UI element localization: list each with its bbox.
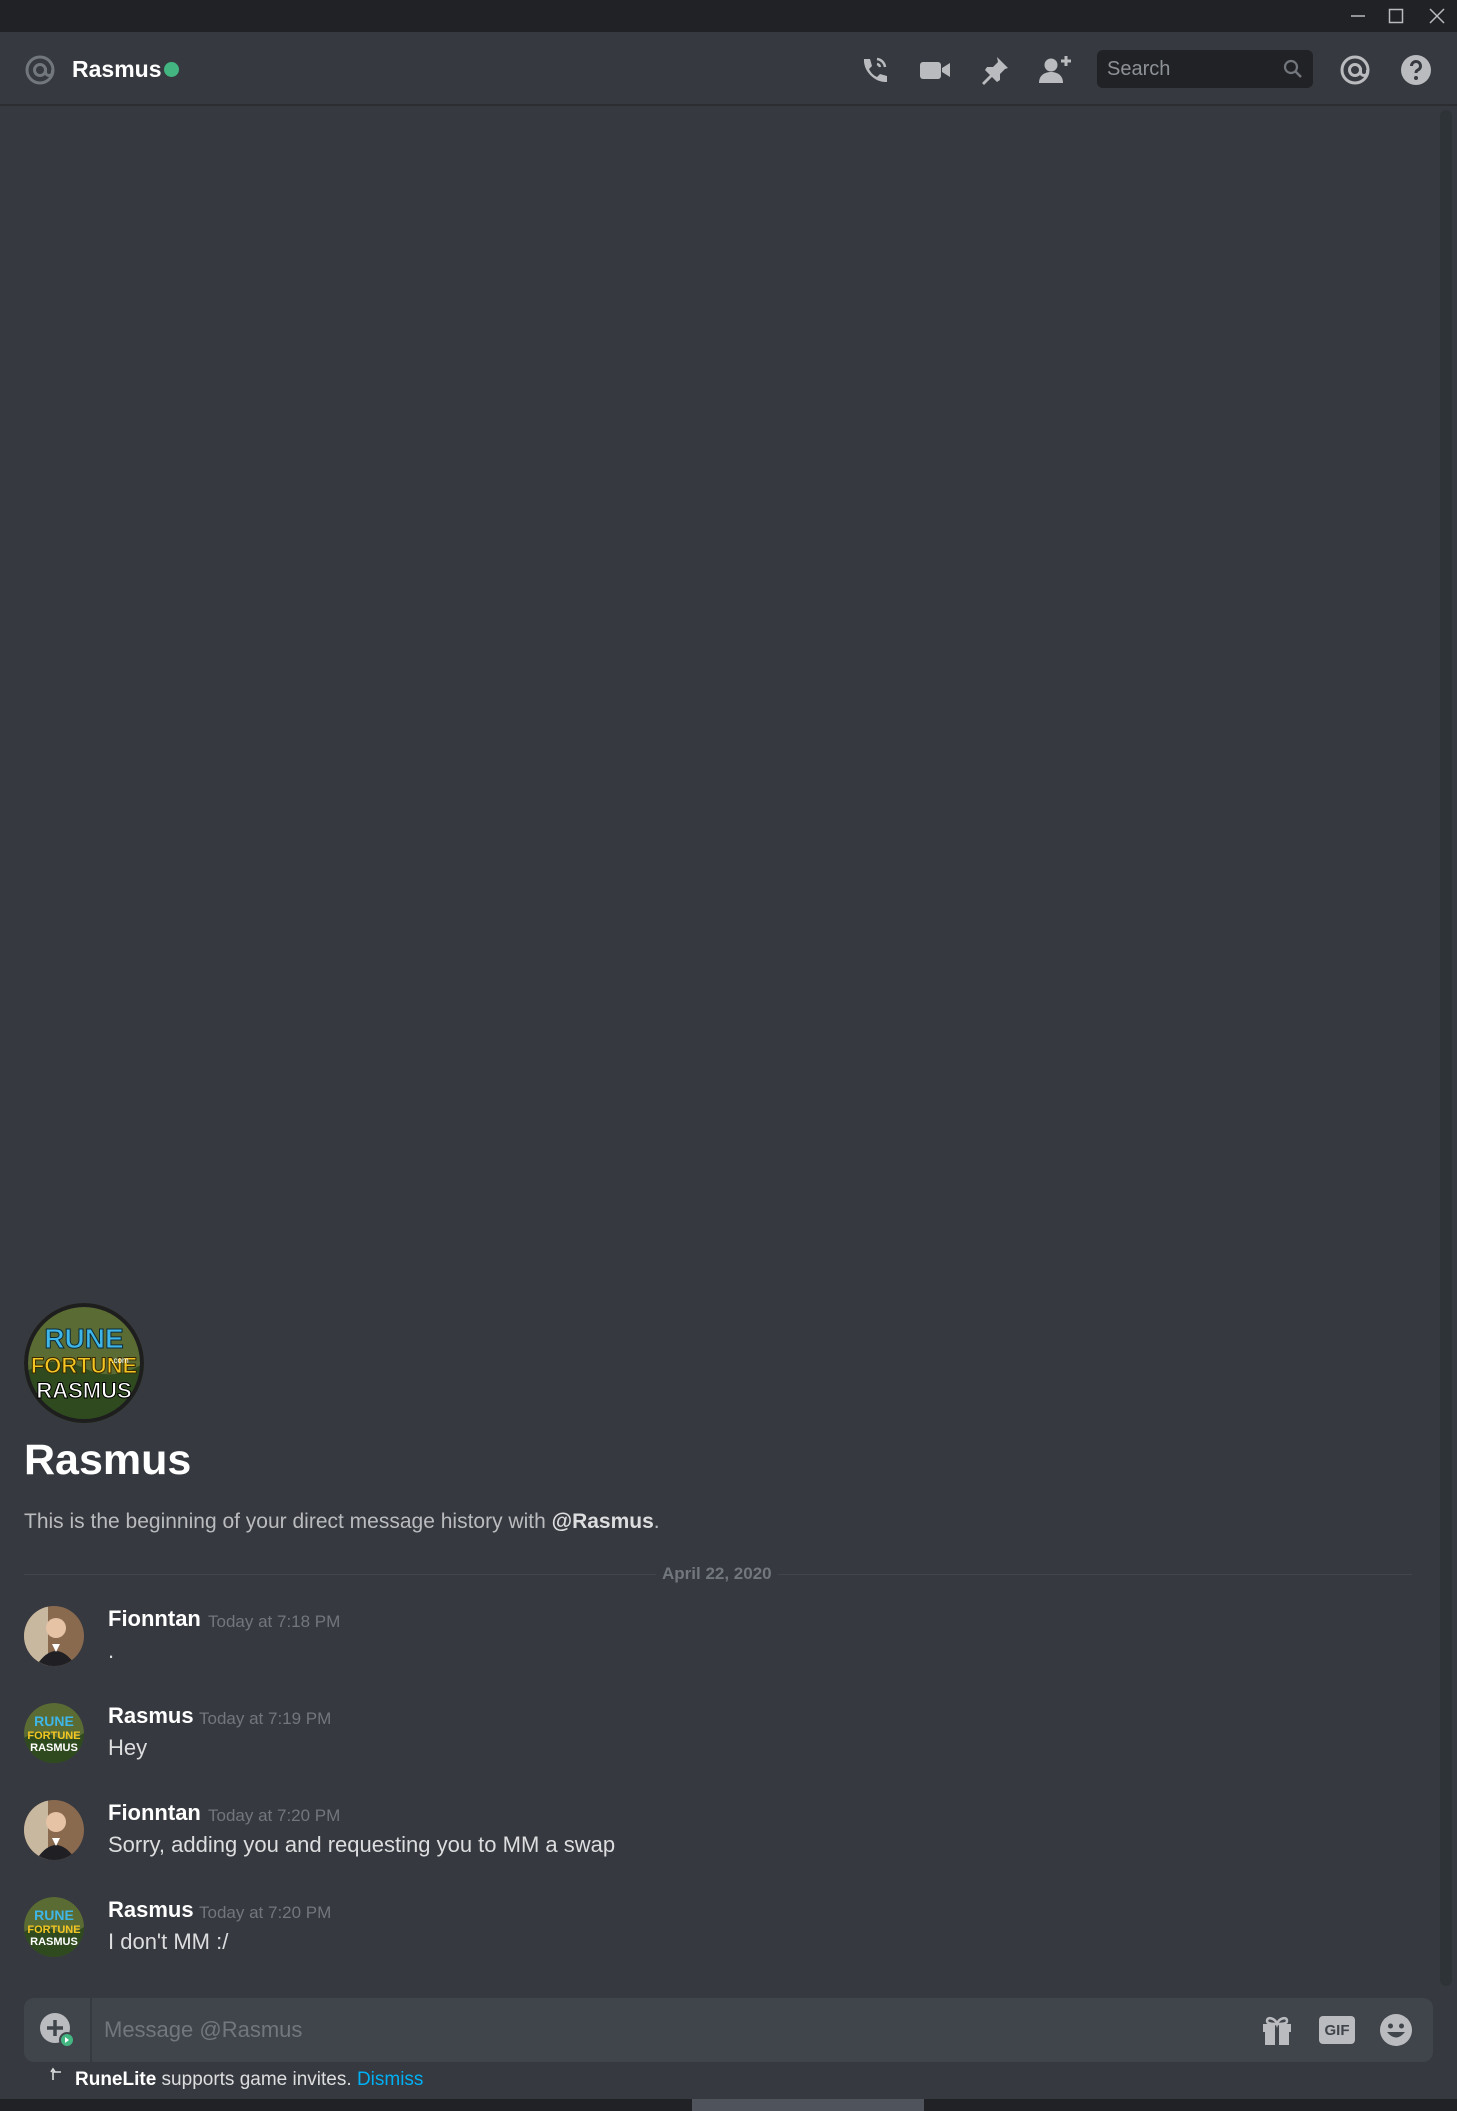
rasmus-avatar-large[interactable]: RUNE FORTUNE .com RASMUS (24, 1303, 144, 1423)
fionntan-avatar[interactable] (24, 1606, 84, 1666)
intro-name: Rasmus (24, 1436, 192, 1484)
upload-icon[interactable] (38, 2011, 76, 2049)
taskbar-active-item[interactable] (692, 2099, 924, 2111)
game-invite-notice: RuneLite supports game invites. Dismiss (75, 2069, 423, 2091)
dismiss-link[interactable]: Dismiss (357, 2069, 424, 2090)
search-icon (1283, 59, 1303, 84)
online-status-indicator (164, 62, 179, 77)
notice-app-name: RuneLite (75, 2069, 157, 2090)
close-icon[interactable] (1417, 0, 1457, 32)
message-content: Hey (108, 1735, 148, 1760)
message-timestamp: Today at 7:20 PM (199, 1903, 332, 1922)
dm-header: Rasmus (0, 32, 1457, 106)
message-item[interactable]: Fionntan Today at 7:20 PM Sorry, adding … (0, 1800, 1420, 1880)
gift-icon[interactable] (1257, 2010, 1297, 2050)
search-input[interactable] (1097, 50, 1277, 88)
message-composer: GIF (24, 1998, 1433, 2062)
svg-text:FORTUNE: FORTUNE (27, 1730, 80, 1742)
message-item[interactable]: Fionntan Today at 7:18 PM . (0, 1606, 1420, 1686)
taskbar (0, 2099, 1457, 2111)
message-item[interactable]: RUNE FORTUNE RASMUS Rasmus Today at 7:20 P… (0, 1897, 1420, 1977)
message-author[interactable]: Fionntan (108, 1606, 201, 1632)
avatar-text-com: .com (111, 1356, 129, 1365)
message-timestamp: Today at 7:19 PM (199, 1709, 332, 1728)
svg-text:RUNE: RUNE (34, 1907, 74, 1923)
messages-scrollbar[interactable] (1440, 110, 1452, 1986)
date-divider-label: April 22, 2020 (656, 1564, 778, 1584)
game-invite-notice-icon (50, 2066, 66, 2087)
intro-description-suffix: . (653, 1510, 660, 1533)
message-input[interactable] (104, 1998, 1244, 2062)
intro-description-text: This is the beginning of your direct mes… (24, 1510, 552, 1533)
message-content: Sorry, adding you and requesting you to … (108, 1832, 616, 1857)
fionntan-avatar[interactable] (24, 1800, 84, 1860)
rasmus-avatar[interactable]: RUNE FORTUNE RASMUS (24, 1703, 84, 1763)
notice-text: supports game invites. (156, 2069, 357, 2090)
message-timestamp: Today at 7:20 PM (208, 1806, 341, 1825)
intro-description: This is the beginning of your direct mes… (24, 1510, 660, 1534)
minimize-icon[interactable] (1338, 0, 1378, 32)
add-friend-icon[interactable] (1036, 50, 1076, 90)
pin-icon[interactable] (975, 50, 1015, 90)
maximize-icon[interactable] (1376, 0, 1416, 32)
message-content: I don't MM :/ (108, 1929, 229, 1954)
message-content: . (108, 1638, 115, 1663)
avatar-text-rune: RUNE (44, 1323, 123, 1354)
search-box[interactable] (1097, 50, 1313, 88)
mentions-icon[interactable] (1335, 50, 1375, 90)
avatar-text-rasmus: RASMUS (36, 1378, 131, 1403)
message-author[interactable]: Rasmus (108, 1897, 194, 1923)
svg-text:RASMUS: RASMUS (30, 1742, 78, 1754)
voice-call-icon[interactable] (854, 50, 894, 90)
intro-mention[interactable]: @Rasmus (552, 1510, 654, 1533)
dm-username[interactable]: Rasmus (72, 56, 161, 83)
svg-text:RUNE: RUNE (34, 1713, 74, 1729)
emoji-icon[interactable] (1376, 2010, 1416, 2050)
help-icon[interactable] (1396, 50, 1436, 90)
at-icon (20, 50, 60, 90)
svg-text:RASMUS: RASMUS (30, 1936, 78, 1948)
rasmus-avatar[interactable]: RUNE FORTUNE RASMUS (24, 1897, 84, 1957)
composer-separator (90, 1998, 92, 2062)
message-timestamp: Today at 7:18 PM (208, 1612, 341, 1631)
title-bar (0, 0, 1457, 32)
gif-label: GIF (1324, 2021, 1350, 2039)
message-item[interactable]: RUNE FORTUNE RASMUS Rasmus Today at 7:19 P… (0, 1703, 1420, 1783)
svg-text:FORTUNE: FORTUNE (27, 1924, 80, 1936)
message-author[interactable]: Fionntan (108, 1800, 201, 1826)
gif-icon[interactable]: GIF (1317, 2010, 1357, 2050)
message-author[interactable]: Rasmus (108, 1703, 194, 1729)
video-call-icon[interactable] (915, 50, 955, 90)
